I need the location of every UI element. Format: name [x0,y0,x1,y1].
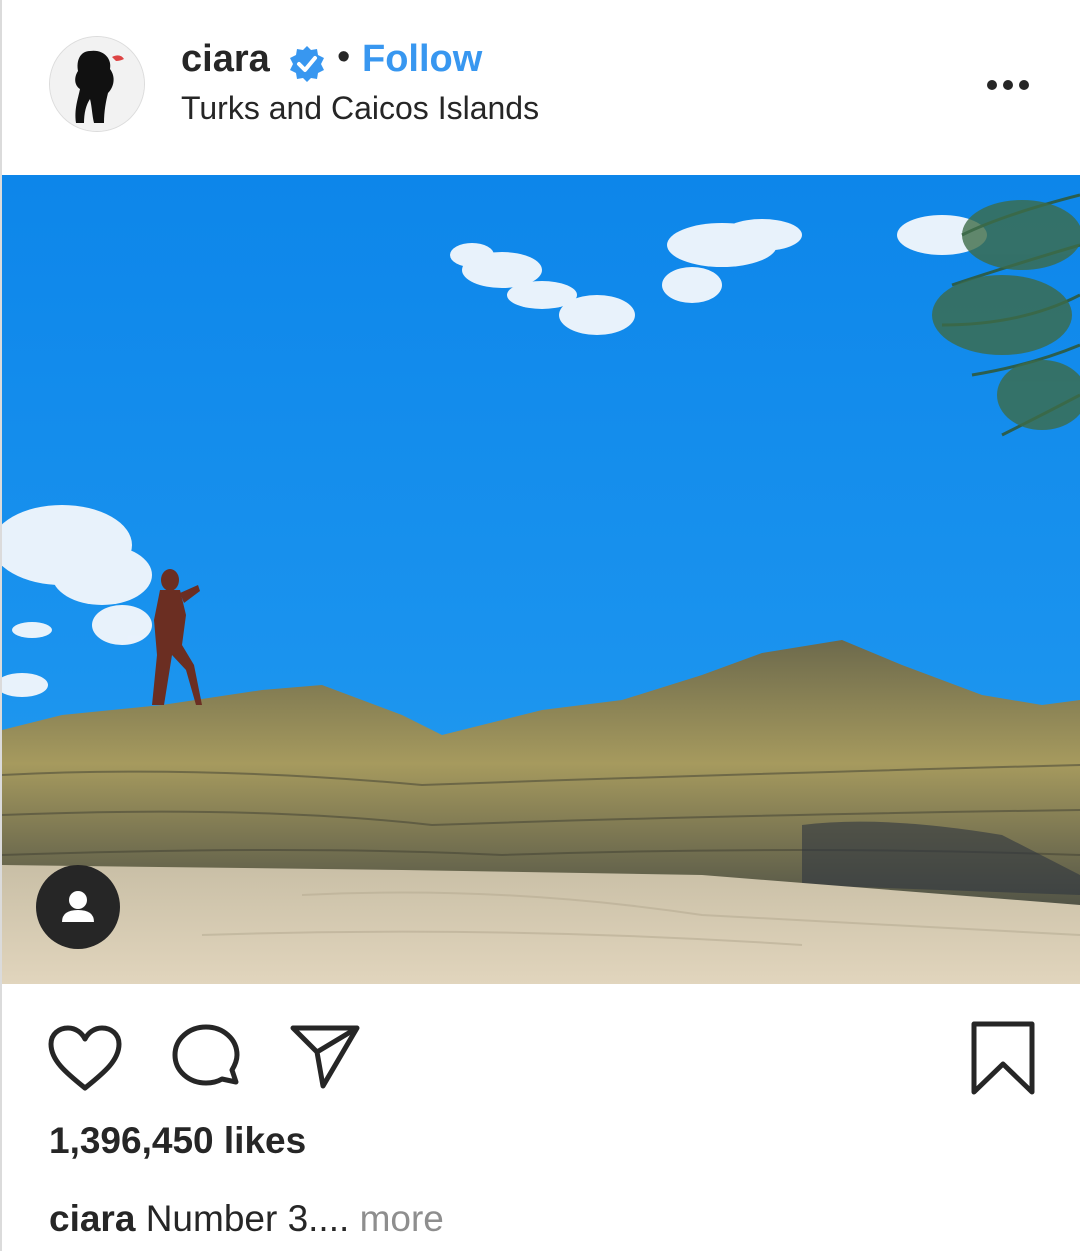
post-photo[interactable] [2,175,1080,984]
beach-cliff-image [2,175,1080,984]
bookmark-icon[interactable] [968,1020,1038,1096]
send-icon[interactable] [287,1022,363,1092]
comment-icon[interactable] [166,1022,246,1094]
separator-dot: • [337,36,351,78]
post-header: ciara • Follow Turks and Caicos Islands [0,0,1080,175]
username[interactable]: ciara [181,38,270,81]
more-link[interactable]: more [360,1198,444,1239]
caption-text: Number 3.... [145,1198,350,1239]
location-link[interactable]: Turks and Caicos Islands [181,90,539,127]
likes-count[interactable]: 1,396,450 likes [49,1120,306,1162]
caption: ciara Number 3.... more [49,1198,444,1240]
more-options-icon[interactable] [982,70,1034,100]
caption-username[interactable]: ciara [49,1198,135,1239]
follow-button[interactable]: Follow [362,38,482,81]
heart-icon[interactable] [45,1022,125,1094]
user-tag-button[interactable] [36,865,120,949]
verified-badge-icon [290,46,324,82]
user-tag-icon [62,891,94,922]
avatar[interactable] [49,36,145,132]
